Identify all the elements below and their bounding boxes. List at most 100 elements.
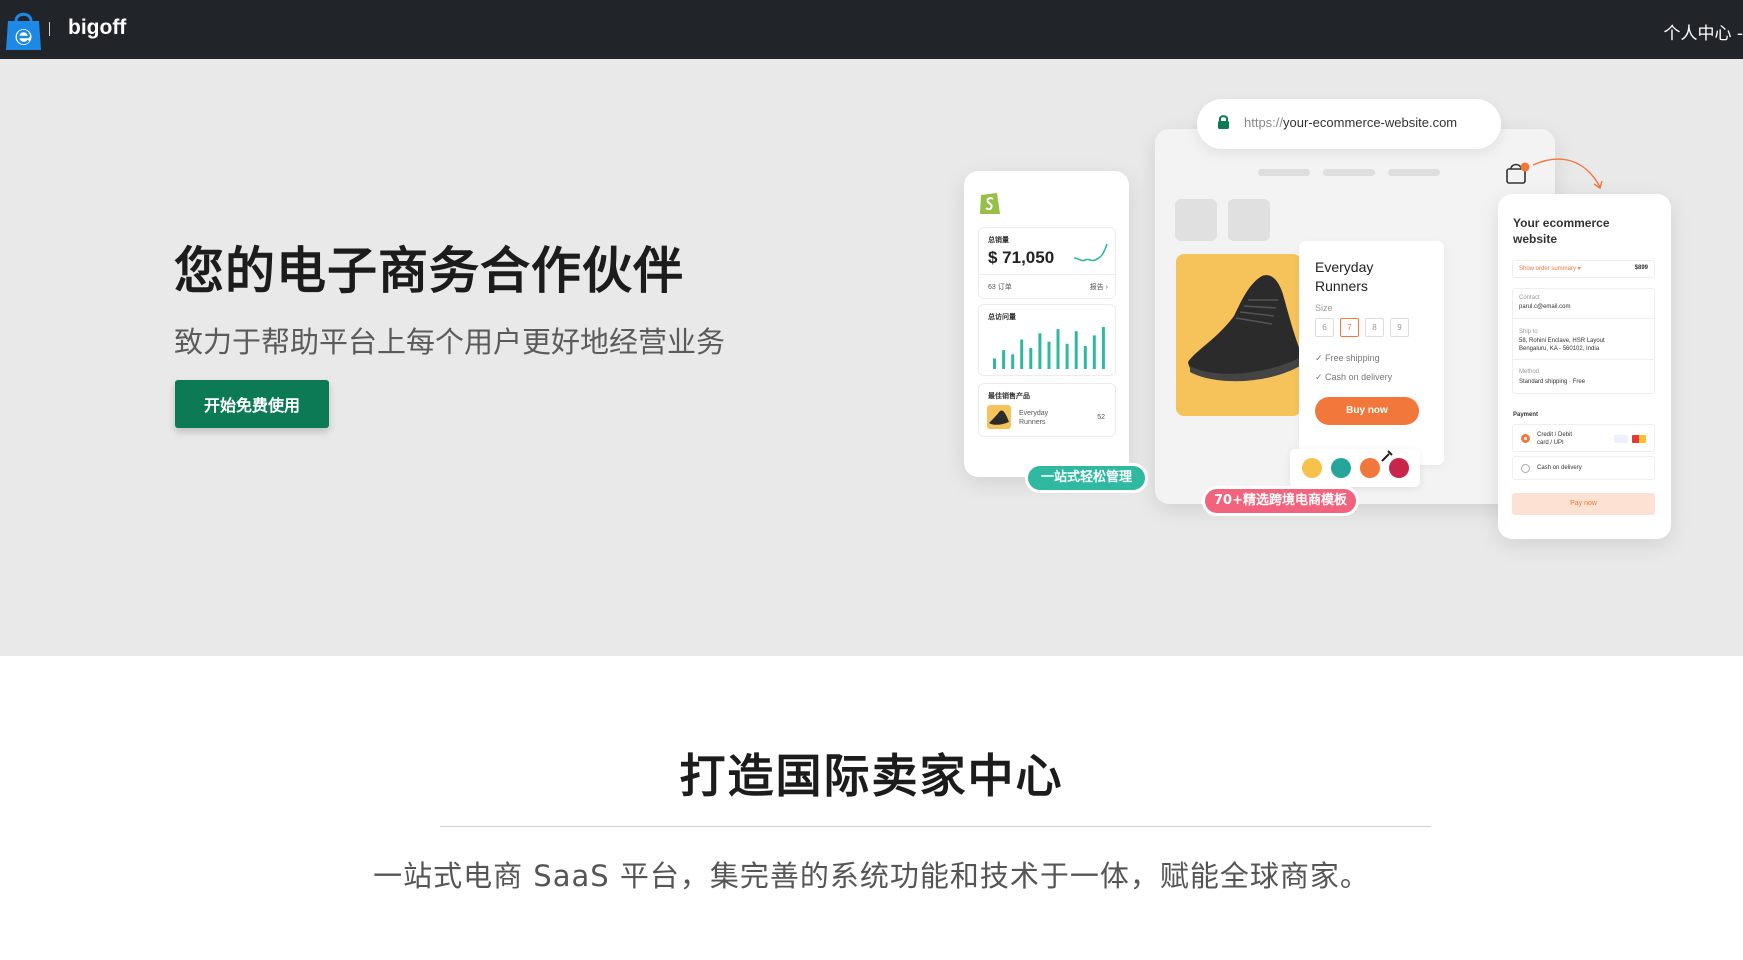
checkout-title-line1: Your ecommerce (1513, 216, 1610, 230)
visits-bar (1038, 333, 1042, 369)
visits-bar (1011, 354, 1015, 369)
start-free-button[interactable]: 开始免费使用 (175, 380, 329, 428)
section-title: 打造国际卖家中心 (679, 749, 1064, 803)
pay-option-cod-label: Cash on delivery (1537, 465, 1582, 471)
size-label: Size (1315, 303, 1333, 313)
visits-bar (1020, 339, 1024, 369)
divider (1513, 318, 1654, 319)
divider (1513, 359, 1654, 360)
badge-one-stop: 一站式轻松管理 (1025, 463, 1148, 493)
brand-name[interactable]: bigoff (68, 16, 126, 40)
pay-option-card-line1: Credit / Debit (1537, 432, 1573, 438)
mastercard-icon (1632, 435, 1646, 443)
order-summary-row[interactable]: Show order summary ▾ $899 (1512, 260, 1655, 278)
payment-option-card[interactable]: Credit / Debit card / UPI (1512, 424, 1655, 452)
top-navbar: bigoff 个人中心 - (0, 0, 1743, 59)
lock-icon (1218, 115, 1229, 129)
hero-title: 您的电子商务合作伙伴 (174, 242, 684, 300)
product-panel: Everyday Runners Size 6789 ✓ Free shippi… (1299, 241, 1444, 465)
product-name-line1: Everyday (1315, 259, 1374, 275)
contact-value: parul.c@email.com (1519, 304, 1571, 310)
sales-panel: 总销量 $ 71,050 63 订单 报告 › (978, 227, 1117, 299)
radio-unselected-icon[interactable] (1521, 464, 1530, 473)
best-seller-label: 最佳销售产品 (988, 393, 1030, 400)
nav-placeholder (1388, 169, 1440, 176)
sales-value: $ 71,050 (988, 248, 1055, 267)
cart-arrow-icon (1506, 158, 1603, 190)
method-label: Method (1519, 369, 1540, 375)
visits-bar (1065, 343, 1069, 369)
buy-now-button[interactable]: Buy now (1315, 397, 1419, 425)
sales-trend-icon (1073, 243, 1108, 262)
nav-divider (49, 22, 50, 36)
browser-mockup: Everyday Runners Size 6789 ✓ Free shippi… (1155, 129, 1603, 504)
color-swatch[interactable] (1331, 458, 1351, 478)
divider (979, 274, 1117, 275)
section-divider (440, 826, 1431, 827)
best-seller-count: 52 (1097, 414, 1105, 421)
checkout-mockup: Your ecommerce website Show order summar… (1498, 194, 1671, 539)
product-image (1176, 254, 1301, 416)
visits-label: 总访问量 (988, 314, 1016, 321)
hero-section: 您的电子商务合作伙伴 致力于帮助平台上每个用户更好地经营业务 开始免费使用 Ev… (0, 59, 1743, 656)
user-center-menu[interactable]: 个人中心 - (1663, 19, 1743, 44)
shopify-bag-icon (980, 193, 1000, 214)
url-bar: https://your-ecommerce-website.com (1197, 99, 1501, 149)
product-name-line2: Runners (1315, 278, 1368, 294)
payment-label: Payment (1513, 412, 1539, 418)
best-seller-panel: 最佳销售产品 Everyday Runners 52 (978, 383, 1116, 437)
payment-option-cod[interactable]: Cash on delivery (1512, 456, 1655, 480)
sales-label: 总销量 (988, 237, 1009, 244)
size-options: 6789 (1315, 318, 1409, 337)
visits-bar (1047, 341, 1051, 369)
url-text: https://your-ecommerce-website.com (1244, 115, 1458, 130)
nav-placeholder (1323, 169, 1375, 176)
visits-bar (1092, 335, 1096, 369)
badge-templates: 70+精选跨境电商模板 (1202, 486, 1359, 516)
checkout-title-line2: website (1513, 232, 1558, 246)
color-swatch[interactable] (1360, 458, 1380, 478)
order-price: $899 (1634, 265, 1648, 271)
visits-bar (1074, 331, 1078, 369)
section-description: 一站式电商 SaaS 平台，集完善的系统功能和技术于一体，赋能全球商家。 (373, 859, 1370, 893)
method-value: Standard shipping · Free (1519, 379, 1586, 385)
color-swatch[interactable] (1302, 458, 1322, 478)
ship-address-line1: 58, Rohini Enclave, HSR Layout (1519, 338, 1605, 344)
sneaker-icon (989, 410, 1009, 425)
visits-bar (1101, 327, 1105, 369)
orders-count: 63 订单 (988, 284, 1012, 291)
visits-bar (1002, 350, 1006, 369)
nav-placeholder (1258, 169, 1310, 176)
size-option[interactable]: 6 (1315, 318, 1334, 337)
size-option[interactable]: 7 (1340, 318, 1359, 337)
ship-label: Ship to (1519, 329, 1538, 335)
shipping-info-box: Contact parul.c@email.com Ship to 58, Ro… (1512, 288, 1655, 394)
pay-option-card-line2: card / UPI (1537, 440, 1564, 446)
ship-address-line2: Bengaluru, KA - 560102, India (1519, 346, 1600, 352)
radio-selected-icon[interactable] (1521, 434, 1530, 443)
color-swatch-panel (1290, 449, 1420, 487)
visits-bar (1056, 329, 1060, 369)
sneaker-icon (1188, 275, 1300, 382)
contact-label: Contact (1519, 295, 1540, 301)
hero-subtitle: 致力于帮助平台上每个用户更好地经营业务 (174, 325, 726, 359)
pay-now-button[interactable]: Pay now (1512, 493, 1655, 515)
size-option[interactable]: 9 (1390, 318, 1409, 337)
visits-bar (993, 358, 996, 369)
eyedropper-icon (1381, 450, 1393, 462)
feature-free-shipping: ✓ Free shipping (1315, 353, 1380, 363)
thumb-placeholder (1175, 199, 1217, 241)
shopping-bag-logo-icon[interactable] (5, 9, 42, 51)
dashboard-phone-mockup: 总销量 $ 71,050 63 订单 报告 › 总访问量 最佳销售产品 Ever… (964, 171, 1129, 477)
best-seller-thumb (987, 405, 1011, 429)
visits-panel: 总访问量 (978, 304, 1116, 376)
visa-card-icon (1614, 435, 1628, 443)
report-link[interactable]: 报告 › (1090, 282, 1108, 292)
order-summary-toggle[interactable]: Show order summary ▾ (1519, 265, 1581, 272)
size-option[interactable]: 8 (1365, 318, 1384, 337)
thumb-placeholder (1228, 199, 1270, 241)
visits-bar (1083, 345, 1087, 369)
best-seller-name: Everyday Runners (1019, 410, 1049, 426)
visits-bar (1029, 348, 1033, 369)
feature-cod: ✓ Cash on delivery (1315, 372, 1393, 382)
